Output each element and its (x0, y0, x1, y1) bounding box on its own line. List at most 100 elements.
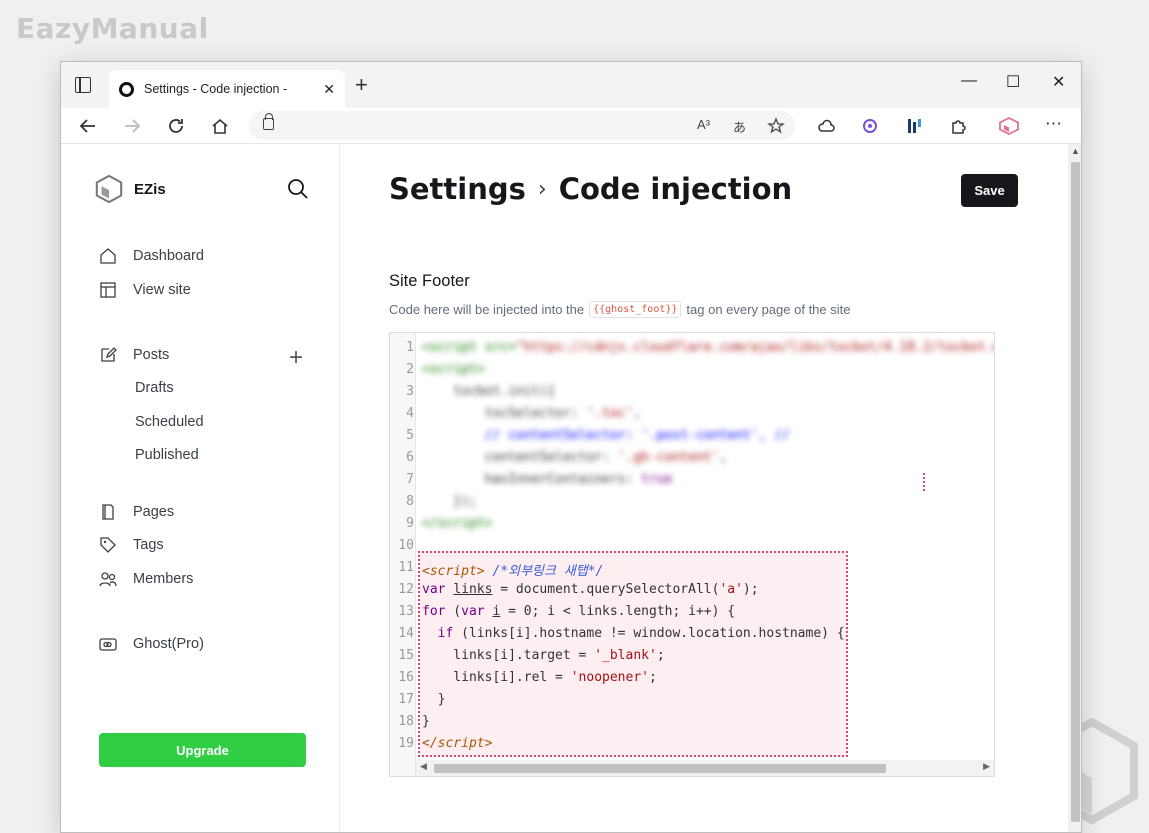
translate-icon[interactable]: あ (733, 117, 746, 136)
line-number: 14 (398, 626, 414, 641)
code-line-11: <script> /*외부링크 새탭*/ (422, 564, 604, 579)
breadcrumb-settings[interactable]: Settings (389, 172, 526, 206)
copilot-extension-icon[interactable] (861, 117, 879, 135)
nav-drafts[interactable]: Drafts (135, 380, 174, 396)
line-number: 3 (406, 384, 414, 399)
line-number: 7 (406, 472, 414, 487)
browser-toolbar: A³ あ ⋯ (61, 108, 1081, 144)
favorite-star-icon[interactable] (767, 117, 785, 135)
breadcrumb: Settings › Code injection (389, 172, 792, 206)
tab-actions-icon[interactable] (75, 77, 91, 93)
nav-dashboard-label: Dashboard (133, 248, 204, 264)
main-panel: Settings › Code injection Save Site Foot… (341, 144, 1068, 832)
line-number: 5 (406, 428, 414, 443)
page-vertical-scrollbar[interactable]: ▲ (1068, 144, 1081, 832)
add-post-button[interactable]: + (289, 344, 303, 372)
more-options-icon[interactable]: ⋯ (1045, 114, 1062, 134)
code-line-13: for (var i = 0; i < links.length; i++) { (422, 604, 736, 619)
nav-ghost-pro-label: Ghost(Pro) (133, 636, 204, 652)
home-icon[interactable] (211, 117, 229, 135)
edit-icon (101, 347, 117, 362)
brand-name: EZis (134, 180, 166, 198)
line-number: 12 (398, 582, 414, 597)
search-icon[interactable] (287, 178, 309, 200)
line-number: 19 (398, 736, 414, 751)
tab-close-icon[interactable]: ✕ (323, 81, 335, 98)
page-content: EZis Dashboard View site Posts + Drafts … (61, 144, 1081, 832)
ghost-favicon-icon (119, 81, 134, 97)
code-line-1: <script src="https://cdnjs.cloudflare.co… (422, 340, 995, 355)
line-number: 10 (398, 538, 414, 553)
brand-logo-icon (95, 174, 123, 204)
page-scrollbar-thumb[interactable] (1071, 162, 1080, 822)
new-tab-button[interactable]: + (355, 72, 368, 98)
cloud-icon[interactable] (817, 117, 835, 135)
code-line-7: hasInnerContainers: true (422, 472, 673, 487)
nav-members-label: Members (133, 571, 194, 587)
browser-window: Settings - Code injection - ✕ + — ☐ ✕ A³… (60, 61, 1082, 833)
code-line-5: // contentSelector: '.post-content', // (484, 428, 790, 443)
description-text-after: tag on every page of the site (686, 302, 851, 317)
nav-members[interactable]: Members (99, 568, 193, 590)
scrollbar-thumb[interactable] (434, 764, 886, 773)
code-line-3: tocbot.init({ (422, 384, 556, 399)
nav-ghost-pro[interactable]: Ghost(Pro) (99, 633, 204, 655)
nav-tags-label: Tags (133, 537, 164, 553)
nav-posts-label: Posts (133, 347, 170, 363)
nav-published[interactable]: Published (135, 447, 199, 463)
horizontal-scrollbar[interactable]: ◀ ▶ (416, 760, 994, 776)
back-arrow-icon[interactable] (79, 117, 97, 135)
code-line-4: tocSelector: '.toc', (422, 406, 642, 421)
line-number: 2 (406, 362, 414, 377)
save-button[interactable]: Save (961, 174, 1018, 207)
description-text-before: Code here will be injected into the (389, 302, 585, 317)
active-tab[interactable]: Settings - Code injection - ✕ (109, 70, 345, 108)
read-aloud-icon[interactable]: A³ (697, 117, 710, 132)
nav-pages[interactable]: Pages (99, 501, 174, 523)
profile-logo-icon[interactable] (999, 117, 1019, 135)
watermark-text: EazyManual (16, 12, 209, 45)
address-bar[interactable]: A³ あ (249, 111, 795, 140)
credit-card-icon (99, 638, 117, 651)
code-line-14: if (links[i].hostname != window.location… (437, 626, 845, 641)
code-line-12: var links = document.querySelectorAll('a… (422, 582, 759, 597)
code-line-2: <script> (422, 362, 485, 377)
line-number: 4 (406, 406, 414, 421)
nav-dashboard[interactable]: Dashboard (99, 245, 204, 267)
line-number: 16 (398, 670, 414, 685)
nav-tags[interactable]: Tags (99, 534, 164, 556)
refresh-icon[interactable] (167, 117, 185, 135)
ghost-foot-code: {{ghost_foot}} (589, 301, 682, 318)
scroll-up-icon[interactable]: ▲ (1071, 146, 1080, 156)
line-number: 8 (406, 494, 414, 509)
members-icon (99, 572, 117, 587)
minimize-button[interactable]: — (961, 72, 977, 90)
scroll-left-icon[interactable]: ◀ (420, 761, 427, 772)
brand[interactable]: EZis (94, 174, 166, 204)
nav-scheduled[interactable]: Scheduled (135, 414, 204, 430)
scroll-right-icon[interactable]: ▶ (983, 761, 990, 772)
bookmark-extension-icon[interactable] (905, 117, 923, 135)
forward-arrow-icon[interactable] (123, 117, 141, 135)
tab-bar: Settings - Code injection - ✕ + — ☐ ✕ (61, 62, 1081, 108)
nav-view-site[interactable]: View site (99, 279, 191, 301)
nav-posts[interactable]: Posts (99, 344, 169, 366)
maximize-button[interactable]: ☐ (1006, 72, 1020, 92)
nav-pages-label: Pages (133, 504, 175, 520)
code-line-6: contentSelector: '.gh-content', (422, 450, 728, 465)
extensions-puzzle-icon[interactable] (949, 117, 967, 135)
section-description: Code here will be injected into the {{gh… (389, 301, 850, 318)
upgrade-button[interactable]: Upgrade (99, 733, 306, 767)
dotted-marker (923, 473, 925, 491)
lock-icon (263, 113, 274, 130)
code-line-16: links[i].rel = 'noopener'; (422, 670, 657, 685)
code-editor[interactable]: <script src="https://cdnjs.cloudflare.co… (389, 332, 995, 777)
section-title: Site Footer (389, 272, 470, 290)
line-number: 18 (398, 714, 414, 729)
pages-icon (102, 504, 114, 520)
close-window-button[interactable]: ✕ (1052, 72, 1065, 92)
code-line-15: links[i].target = '_blank'; (422, 648, 665, 663)
line-number: 15 (398, 648, 414, 663)
layout-icon (100, 282, 116, 298)
page-title: Code injection (558, 172, 793, 206)
